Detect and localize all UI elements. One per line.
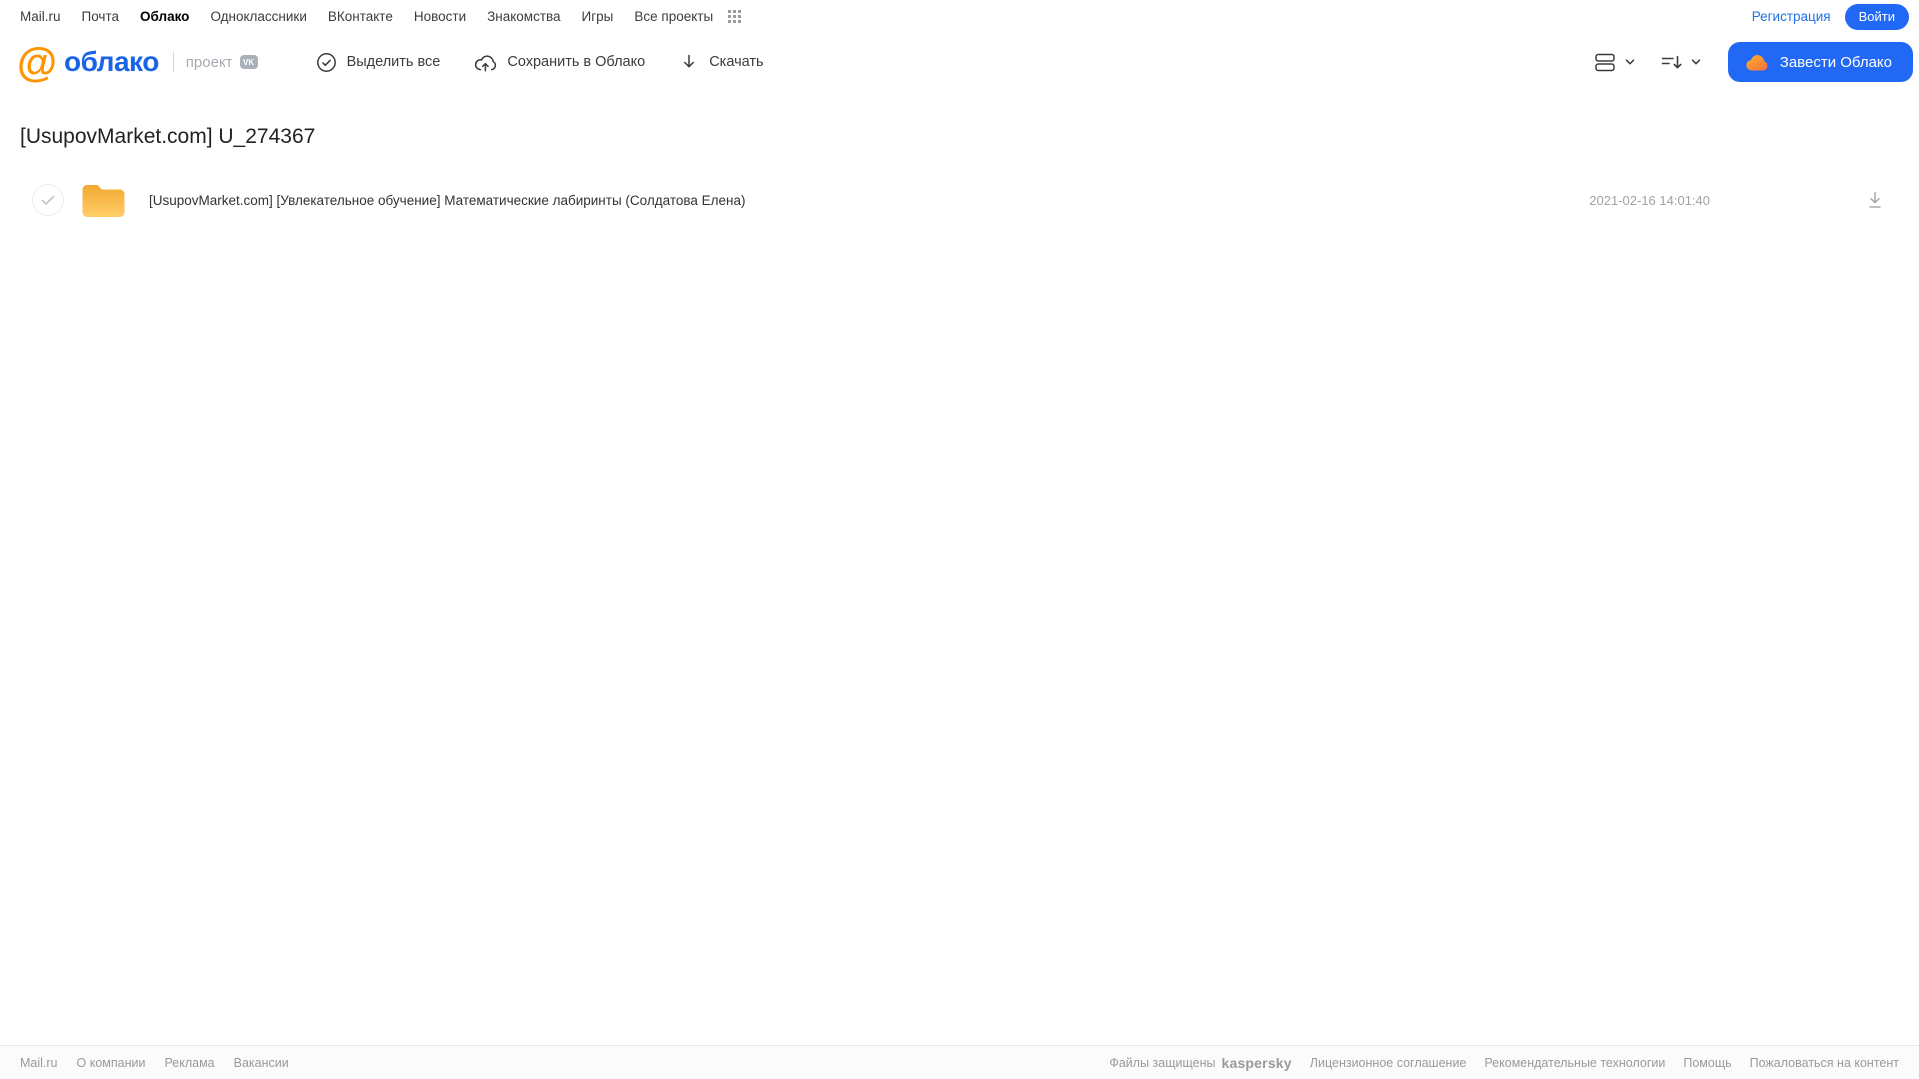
logo-divider bbox=[172, 52, 174, 72]
sort-icon bbox=[1660, 52, 1683, 73]
list-view-icon bbox=[1594, 52, 1617, 73]
footer-link-report-content[interactable]: Пожаловаться на контент bbox=[1750, 1056, 1899, 1070]
cloud-upload-icon bbox=[474, 52, 497, 73]
topnav-link-novosti[interactable]: Новости bbox=[414, 9, 466, 24]
save-to-cloud-label: Сохранить в Облако bbox=[507, 54, 646, 70]
topnav-link-igry[interactable]: Игры bbox=[582, 9, 614, 24]
cloud-logo-icon bbox=[1745, 53, 1770, 72]
get-cloud-button[interactable]: Завести Облако bbox=[1727, 42, 1913, 82]
header-right-controls: Завести Облако bbox=[1592, 42, 1913, 82]
save-to-cloud-button[interactable]: Сохранить в Облако bbox=[474, 52, 645, 73]
chevron-down-icon bbox=[1624, 56, 1636, 68]
file-row[interactable]: [UsupovMarket.com] [Увлекательное обучен… bbox=[0, 176, 1919, 224]
topnav-link-vkontakte[interactable]: ВКонтакте bbox=[328, 9, 393, 24]
footer-right-links: Файлы защищены kaspersky Лицензионное со… bbox=[1109, 1055, 1899, 1071]
row-download-button[interactable] bbox=[1863, 188, 1887, 212]
cloud-header: @ облако проект VK Выделить все Сохранит… bbox=[0, 33, 1919, 91]
apps-grid-icon[interactable] bbox=[726, 8, 743, 25]
footer-link-help[interactable]: Помощь bbox=[1683, 1056, 1731, 1070]
page-footer: Mail.ru О компании Реклама Вакансии Файл… bbox=[0, 1045, 1919, 1079]
vk-badge-icon: VK bbox=[239, 55, 258, 69]
shared-folder-content: [UsupovMarket.com] U_274367 [UsupovMarke… bbox=[0, 91, 1919, 224]
download-label: Скачать bbox=[709, 54, 764, 70]
topnav-link-pochta[interactable]: Почта bbox=[82, 9, 120, 24]
chevron-down-icon bbox=[1690, 56, 1702, 68]
file-name-link[interactable]: [UsupovMarket.com] [Увлекательное обучен… bbox=[149, 193, 1589, 208]
footer-link-recommend-tech[interactable]: Рекомендательные технологии bbox=[1484, 1056, 1665, 1070]
portal-top-bar: Mail.ru Почта Облако Одноклассники ВКонт… bbox=[0, 0, 1919, 33]
registration-link[interactable]: Регистрация bbox=[1752, 9, 1831, 24]
portal-nav: Mail.ru Почта Облако Одноклассники ВКонт… bbox=[20, 8, 743, 25]
portal-auth-area: Регистрация Войти bbox=[1752, 3, 1909, 30]
footer-left-links: Mail.ru О компании Реклама Вакансии bbox=[20, 1056, 289, 1070]
page-title: [UsupovMarket.com] U_274367 bbox=[20, 125, 316, 148]
sort-toggle[interactable] bbox=[1658, 48, 1704, 77]
select-all-button[interactable]: Выделить все bbox=[316, 52, 441, 73]
get-cloud-label: Завести Облако bbox=[1779, 53, 1892, 71]
footer-link-vakansii[interactable]: Вакансии bbox=[234, 1056, 289, 1070]
cloud-logo[interactable]: @ облако проект VK bbox=[17, 38, 258, 85]
view-mode-toggle[interactable] bbox=[1592, 48, 1638, 77]
protected-label: Файлы защищены bbox=[1109, 1055, 1216, 1070]
file-date: 2021-02-16 14:01:40 bbox=[1589, 192, 1710, 208]
folder-icon bbox=[81, 182, 126, 218]
kaspersky-protection: Файлы защищены kaspersky bbox=[1109, 1055, 1291, 1071]
topnav-link-oblako[interactable]: Облако bbox=[140, 9, 189, 24]
mailru-at-icon: @ bbox=[17, 38, 57, 85]
topnav-link-odnoklassniki[interactable]: Одноклассники bbox=[210, 9, 306, 24]
topnav-link-mailru[interactable]: Mail.ru bbox=[20, 9, 61, 24]
footer-link-license[interactable]: Лицензионное соглашение bbox=[1310, 1056, 1467, 1070]
file-toolbar: Выделить все Сохранить в Облако Скачать bbox=[316, 52, 764, 73]
footer-link-o-kompanii[interactable]: О компании bbox=[77, 1056, 146, 1070]
cloud-logo-text: облако bbox=[63, 46, 159, 77]
download-arrow-icon bbox=[679, 52, 699, 72]
check-icon bbox=[41, 195, 55, 205]
row-checkbox[interactable] bbox=[32, 184, 64, 216]
login-button[interactable]: Войти bbox=[1844, 3, 1909, 30]
arrow-down-underline-icon bbox=[1869, 191, 1881, 208]
kaspersky-logo[interactable]: kaspersky bbox=[1221, 1055, 1291, 1071]
select-all-label: Выделить все bbox=[346, 54, 441, 70]
footer-link-reklama[interactable]: Реклама bbox=[164, 1056, 214, 1070]
circled-check-icon bbox=[316, 52, 337, 73]
footer-link-mailru[interactable]: Mail.ru bbox=[20, 1056, 58, 1070]
project-label: проект bbox=[185, 53, 233, 71]
download-button[interactable]: Скачать bbox=[679, 52, 764, 72]
topnav-link-vse-proekty[interactable]: Все проекты bbox=[634, 9, 713, 24]
topnav-link-znakomstva[interactable]: Знакомства bbox=[487, 9, 560, 24]
